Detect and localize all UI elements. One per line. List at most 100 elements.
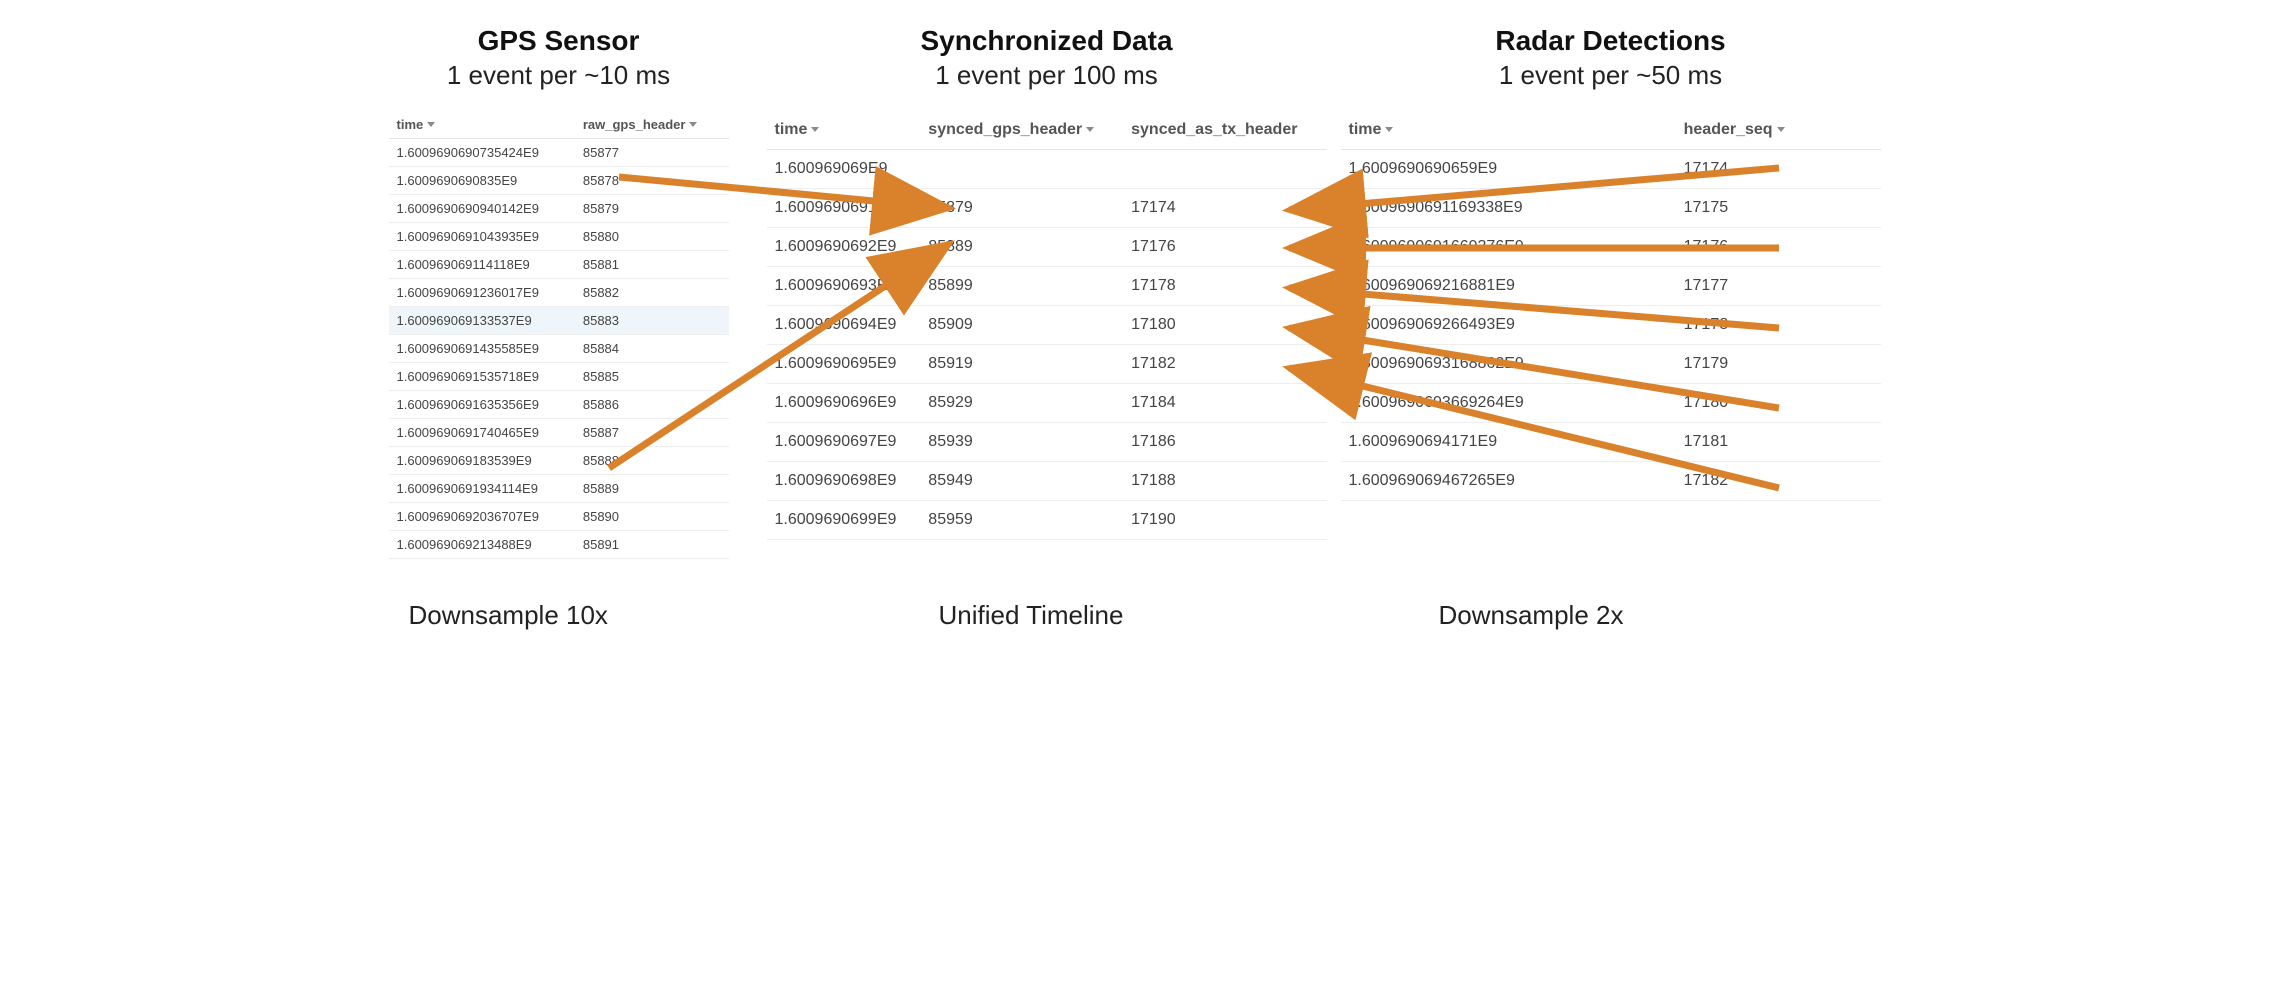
cell-header: 17177 [1676,266,1881,305]
table-row: 1.6009690691635356E985886 [389,390,729,418]
col-label: time [397,117,424,132]
table-row: 1.600969069183539E985888 [389,446,729,474]
cell-time: 1.6009690693669264E9 [1341,383,1676,422]
cell-tx: 17176 [1123,227,1326,266]
sync-title: Synchronized Data [767,24,1327,58]
cell-time: 1.6009690691169338E9 [1341,188,1676,227]
cell-time: 1.6009690691934114E9 [389,474,575,502]
cell-time: 1.600969069467265E9 [1341,461,1676,500]
cell-tx: 17188 [1123,461,1326,500]
gps-table: time raw_gps_header 1.6009690690735424E9… [389,111,729,559]
table-row: 1.6009690694171E917181 [1341,422,1881,461]
col-label: synced_gps_header [928,121,1082,139]
table-header-row: time raw_gps_header [389,111,729,139]
cell-header: 17182 [1676,461,1881,500]
gps-footer: Downsample 10x [409,600,608,631]
table-row: 1.6009690694E98590917180 [767,305,1327,344]
cell-time: 1.6009690692E9 [767,227,921,266]
sync-col-time[interactable]: time [767,111,921,150]
diagram-canvas: GPS Sensor 1 event per ~10 ms time raw_g… [379,0,1892,672]
cell-time: 1.600969069133537E9 [389,306,575,334]
cell-tx: 17190 [1123,500,1326,539]
table-row: 1.600969069213488E985891 [389,530,729,558]
cell-time: 1.6009690694E9 [767,305,921,344]
cell-time: 1.6009690691635356E9 [389,390,575,418]
cell-header: 85878 [575,166,729,194]
cell-time: 1.6009690691740465E9 [389,418,575,446]
cell-header: 17179 [1676,344,1881,383]
cell-time: 1.6009690691043935E9 [389,222,575,250]
cell-header: 17180 [1676,383,1881,422]
cell-time: 1.6009690690659E9 [1341,149,1676,188]
cell-gps: 85899 [920,266,1123,305]
sync-table: time synced_gps_header synced_as_tx_head… [767,111,1327,540]
cell-time: 1.600969069183539E9 [389,446,575,474]
cell-header: 85879 [575,194,729,222]
cell-header: 85882 [575,278,729,306]
cell-time: 1.600969069213488E9 [389,530,575,558]
table-row: 1.6009690692E98588917176 [767,227,1327,266]
table-row: 1.6009690692036707E985890 [389,502,729,530]
cell-time: 1.6009690696E9 [767,383,921,422]
cell-header: 85885 [575,362,729,390]
sync-column: Synchronized Data 1 event per 100 ms tim… [767,24,1327,540]
cell-tx: 17174 [1123,188,1326,227]
table-row: 1.6009690690835E985878 [389,166,729,194]
table-row: 1.6009690691934114E985889 [389,474,729,502]
cell-header: 17176 [1676,227,1881,266]
cell-time: 1.6009690698E9 [767,461,921,500]
table-row: 1.6009690691435585E985884 [389,334,729,362]
sync-footer: Unified Timeline [939,600,1124,631]
table-row: 1.6009690698E98594917188 [767,461,1327,500]
cell-header: 85877 [575,138,729,166]
sync-subtitle: 1 event per 100 ms [767,60,1327,91]
sort-desc-icon [1086,127,1094,132]
cell-header: 85884 [575,334,729,362]
cell-gps: 85929 [920,383,1123,422]
radar-title: Radar Detections [1341,24,1881,58]
cell-time: 1.600969069216881E9 [1341,266,1676,305]
sort-desc-icon [427,122,435,127]
gps-col-header[interactable]: raw_gps_header [575,111,729,139]
cell-time: 1.6009690699E9 [767,500,921,539]
cell-header: 85883 [575,306,729,334]
table-row: 1.600969069E9 [767,149,1327,188]
table-row: 1.600969069467265E917182 [1341,461,1881,500]
cell-header: 17175 [1676,188,1881,227]
cell-tx: 17178 [1123,266,1326,305]
sync-col-txheader[interactable]: synced_as_tx_header [1123,111,1326,150]
cell-header: 85889 [575,474,729,502]
cell-time: 1.6009690690735424E9 [389,138,575,166]
cell-time: 1.600969069266493E9 [1341,305,1676,344]
cell-gps [920,149,1123,188]
cell-header: 85890 [575,502,729,530]
sort-desc-icon [1385,127,1393,132]
gps-col-time[interactable]: time [389,111,575,139]
gps-subtitle: 1 event per ~10 ms [389,60,729,91]
radar-table: time header_seq 1.6009690690659E9171741.… [1341,111,1881,501]
table-row: 1.6009690693669264E917180 [1341,383,1881,422]
table-row: 1.6009690691043935E985880 [389,222,729,250]
sync-col-gpsheader[interactable]: synced_gps_header [920,111,1123,150]
cell-tx: 17184 [1123,383,1326,422]
table-row: 1.600969069266493E917178 [1341,305,1881,344]
cell-time: 1.6009690695E9 [767,344,921,383]
cell-time: 1.600969069E9 [767,149,921,188]
table-row: 1.6009690699E98595917190 [767,500,1327,539]
cell-time: 1.600969069114118E9 [389,250,575,278]
cell-time: 1.6009690692036707E9 [389,502,575,530]
gps-title: GPS Sensor [389,24,729,58]
table-row: 1.6009690697E98593917186 [767,422,1327,461]
radar-col-time[interactable]: time [1341,111,1676,150]
cell-tx: 17182 [1123,344,1326,383]
table-row: 1.600969069133537E985883 [389,306,729,334]
cell-gps: 85959 [920,500,1123,539]
table-row: 1.6009690693E98589917178 [767,266,1327,305]
cell-gps: 85909 [920,305,1123,344]
cell-header: 85888 [575,446,729,474]
cell-time: 1.6009690690835E9 [389,166,575,194]
table-row: 1.6009690696E98592917184 [767,383,1327,422]
cell-header: 85886 [575,390,729,418]
gps-column: GPS Sensor 1 event per ~10 ms time raw_g… [389,24,729,559]
radar-col-header[interactable]: header_seq [1676,111,1881,150]
